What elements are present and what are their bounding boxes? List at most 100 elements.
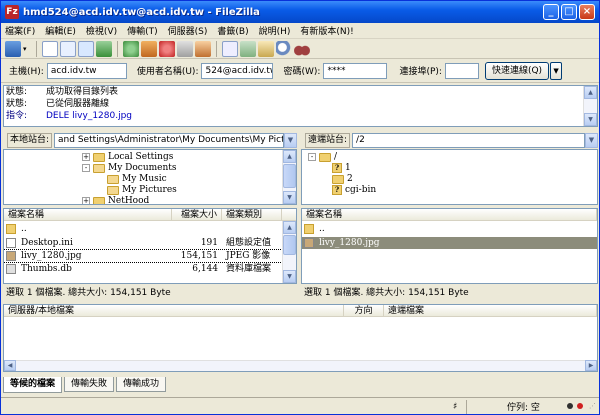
scroll-up-icon[interactable]: ▲ — [283, 150, 296, 163]
password-input[interactable]: **** — [323, 62, 388, 79]
expand-icon[interactable]: + — [82, 197, 90, 204]
filter-icon[interactable] — [258, 40, 274, 57]
local-tree-scrollbar[interactable]: ▲ ▼ — [282, 150, 296, 204]
port-input[interactable] — [444, 62, 479, 79]
username-label: 使用者名稱(U): — [136, 67, 199, 77]
status-divider — [466, 399, 467, 414]
file-row-selected[interactable]: livy_1280.jpg — [302, 237, 597, 249]
scroll-down-icon[interactable]: ▼ — [584, 113, 597, 126]
host-input[interactable]: acd.idv.tw — [46, 62, 127, 79]
tab-failed-transfers[interactable]: 傳輸失敗 — [64, 377, 115, 392]
remote-directory-tree[interactable]: - / ? 1 2 ? cgi-bin — [301, 149, 598, 205]
transfer-queue-icon[interactable] — [96, 40, 112, 57]
folder-icon — [319, 152, 331, 162]
process-queue-icon[interactable] — [141, 40, 157, 57]
column-server-local-file[interactable]: 伺服器/本地檔案 — [4, 305, 344, 316]
remote-path-input[interactable]: /2 — [352, 132, 585, 148]
scroll-thumb[interactable] — [283, 164, 296, 188]
unknown-folder-icon: ? — [332, 185, 342, 195]
message-log[interactable]: 狀態: 成功取得目錄列表 狀態: 已從伺服器離線 指令: DELE livy_1280… — [3, 85, 598, 127]
menu-bookmarks[interactable]: 書籤(B) — [217, 24, 248, 37]
title-bar[interactable]: Fz hmd524@acd.idv.tw@acd.idv.tw - FileZi… — [1, 1, 599, 23]
scroll-left-icon[interactable]: ◀ — [4, 360, 16, 371]
binoculars-icon[interactable] — [294, 40, 310, 57]
username-input[interactable]: 524@acd.idv.tw — [201, 62, 274, 79]
log-scrollbar[interactable]: ▲ ▼ — [583, 86, 597, 126]
toolbar-separator — [117, 40, 118, 57]
tab-successful-transfers[interactable]: 傳輸成功 — [116, 377, 167, 392]
lock-icon: ♯ — [453, 401, 458, 412]
database-file-icon — [6, 264, 16, 274]
quickconnect-button[interactable]: 快速連線(Q) — [484, 61, 550, 80]
maximize-button[interactable]: □ — [561, 4, 577, 20]
file-name: Desktop.ini — [21, 238, 73, 248]
file-size: 6,144 — [192, 264, 218, 274]
remote-file-list[interactable]: 檔案名稱 .. livy_1280.jpg — [301, 208, 598, 284]
local-path-dropdown-icon[interactable]: ▼ — [284, 132, 297, 148]
file-row-selected[interactable]: livy_1280.jpg 154,151 JPEG 影像 — [4, 249, 283, 263]
file-row[interactable]: .. — [4, 223, 282, 235]
queue-hscrollbar[interactable]: ◀ ▶ — [4, 360, 597, 371]
local-directory-tree[interactable]: + Local Settings - My Documents My Music M… — [3, 149, 297, 205]
log-message: 成功取得目錄列表 — [46, 87, 119, 97]
remote-site-bar: 遠端站台: /2 ▼ — [301, 131, 598, 149]
tree-node[interactable]: + NetHood — [82, 195, 149, 204]
resize-grip-icon[interactable]: ⋰ — [589, 402, 596, 410]
dropdown-arrow-icon[interactable]: ▾ — [23, 41, 31, 57]
file-row[interactable]: .. — [302, 223, 597, 235]
transfer-queue[interactable]: 伺服器/本地檔案 方向 遠端檔案 ◀ ▶ — [3, 304, 598, 372]
close-button[interactable]: × — [579, 4, 595, 20]
scroll-up-icon[interactable]: ▲ — [283, 221, 296, 234]
message-log-icon[interactable] — [42, 40, 58, 57]
remote-tree-icon[interactable] — [78, 40, 94, 57]
local-file-list[interactable]: 檔案名稱 檔案大小 檔案類別 .. Desktop.ini 191 組態設定值 li… — [3, 208, 297, 284]
tree-node-label: 2 — [347, 174, 353, 184]
port-label: 連接埠(P): — [399, 67, 442, 77]
tree-node-label: My Pictures — [122, 185, 177, 195]
scroll-down-icon[interactable]: ▼ — [283, 191, 296, 204]
collapse-icon[interactable]: - — [308, 153, 316, 161]
remote-path-dropdown-icon[interactable]: ▼ — [585, 132, 598, 148]
tree-node[interactable]: ? cgi-bin — [332, 184, 376, 196]
scroll-up-icon[interactable]: ▲ — [584, 86, 597, 99]
scroll-down-icon[interactable]: ▼ — [283, 270, 296, 283]
menu-edit[interactable]: 編輯(E) — [45, 24, 76, 37]
file-row[interactable]: Thumbs.db 6,144 資料庫檔案 — [4, 263, 282, 275]
menu-transfer[interactable]: 傳輸(T) — [127, 24, 158, 37]
collapse-icon[interactable]: - — [82, 164, 90, 172]
folder-icon — [107, 185, 119, 195]
scroll-thumb[interactable] — [283, 235, 296, 255]
sync-browsing-icon[interactable] — [240, 40, 256, 57]
file-row[interactable]: Desktop.ini 191 組態設定值 — [4, 237, 282, 249]
menu-server[interactable]: 伺服器(S) — [168, 24, 208, 37]
menu-file[interactable]: 檔案(F) — [5, 24, 35, 37]
menu-help[interactable]: 說明(H) — [259, 24, 291, 37]
cancel-icon[interactable] — [159, 40, 175, 57]
menu-view[interactable]: 檢視(V) — [86, 24, 117, 37]
reconnect-icon[interactable] — [195, 40, 211, 57]
log-message: 已從伺服器離線 — [46, 99, 110, 109]
column-filetype[interactable]: 檔案類別 — [222, 209, 282, 220]
tab-queued-files[interactable]: 等候的檔案 — [3, 377, 63, 393]
menu-new-version[interactable]: 有新版本(N)! — [300, 24, 353, 37]
local-path-input[interactable]: and Settings\Administrator\My Documents\… — [54, 132, 284, 148]
minimize-button[interactable]: _ — [543, 4, 559, 20]
expand-icon[interactable]: + — [82, 153, 90, 161]
search-icon[interactable] — [276, 40, 292, 57]
column-remote-file[interactable]: 遠端檔案 — [384, 305, 597, 316]
local-file-scrollbar[interactable]: ▲ ▼ — [282, 221, 296, 283]
log-line: 狀態: 已從伺服器離線 — [4, 98, 597, 110]
column-filename[interactable]: 檔案名稱 — [302, 209, 597, 220]
disconnect-icon[interactable] — [177, 40, 193, 57]
column-filesize[interactable]: 檔案大小 — [172, 209, 222, 220]
column-direction[interactable]: 方向 — [344, 305, 384, 316]
remote-site-label: 遠端站台: — [305, 132, 351, 148]
refresh-icon[interactable] — [123, 40, 139, 57]
column-filename[interactable]: 檔案名稱 — [4, 209, 172, 220]
site-manager-icon[interactable] — [5, 40, 21, 57]
local-tree-icon[interactable] — [60, 40, 76, 57]
file-size: 154,151 — [180, 251, 218, 261]
quickconnect-dropdown-icon[interactable]: ▼ — [550, 61, 563, 80]
directory-comparison-icon[interactable] — [222, 40, 238, 57]
scroll-right-icon[interactable]: ▶ — [585, 360, 597, 371]
